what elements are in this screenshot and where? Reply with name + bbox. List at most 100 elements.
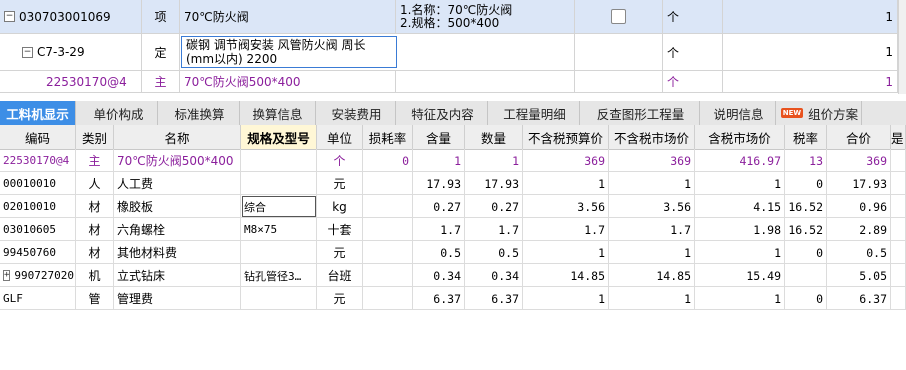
cell-spec[interactable] (241, 241, 317, 264)
cell-code[interactable]: GLF (0, 287, 76, 310)
cell-category[interactable]: 机 (76, 264, 114, 287)
row-checkbox[interactable] (611, 9, 626, 24)
cell-name[interactable]: 橡胶板 (114, 195, 241, 218)
cell-code[interactable]: 03010605 (0, 218, 76, 241)
cell-loss-rate[interactable] (363, 172, 413, 195)
table-row[interactable]: 22530170@4 主 70℃防火阀500*400 个 0 1 1 369 369 416.97… (0, 149, 906, 172)
cell-total[interactable]: 6.37 (827, 287, 891, 310)
cell-tax-market[interactable]: 15.49 (695, 264, 785, 287)
cell-total[interactable]: 369 (827, 149, 891, 172)
cell-unit[interactable]: 元 (317, 241, 363, 264)
cell-tax-market[interactable]: 1 (695, 172, 785, 195)
cell-unit[interactable]: 台班 (317, 264, 363, 287)
cell-tax-rate[interactable]: 0 (785, 287, 827, 310)
cell-name[interactable]: 人工费 (114, 172, 241, 195)
tab-quantity-detail[interactable]: 工程量明细 (490, 101, 580, 125)
cell-code[interactable]: 02010010 (0, 195, 76, 218)
cell-total[interactable]: 0.96 (827, 195, 891, 218)
cell-pretax-budget[interactable]: 14.85 (523, 264, 609, 287)
cell-pretax-market[interactable]: 1.7 (609, 218, 695, 241)
col-name[interactable]: 名称 (114, 125, 241, 149)
expand-toggle-icon[interactable]: + (3, 270, 11, 281)
col-tax-rate[interactable]: 税率 (785, 125, 827, 149)
cell-tax-market[interactable]: 416.97 (695, 149, 785, 172)
cell-name[interactable]: 管理费 (114, 287, 241, 310)
cell-content[interactable]: 1 (413, 149, 465, 172)
row-feature[interactable]: 1.名称：70℃防火阀 2.规格：500*400 (396, 0, 575, 33)
cell-code[interactable]: 22530170@4 (0, 149, 76, 172)
col-code[interactable]: 编码 (0, 125, 76, 149)
cell-unit[interactable]: 个 (317, 149, 363, 172)
list-row-item[interactable]: − 030703001069 项 70℃防火阀 1.名称：70℃防火阀 2.规格… (0, 0, 906, 34)
row-name[interactable]: 70℃防火阀500*400 (180, 71, 396, 92)
cell-name[interactable]: 70℃防火阀500*400 (114, 149, 241, 172)
cell-quantity[interactable]: 1.7 (465, 218, 523, 241)
cell-pretax-budget[interactable]: 1 (523, 241, 609, 264)
cell-content[interactable]: 1.7 (413, 218, 465, 241)
cell-category[interactable]: 材 (76, 218, 114, 241)
tab-unit-price[interactable]: 单价构成 (80, 101, 158, 125)
table-row[interactable]: GLF 管管理费元 6.37 6.37 1 1 1 0 6.37 (0, 287, 906, 310)
cell-loss-rate[interactable] (363, 264, 413, 287)
table-row[interactable]: 99450760 材其他材料费元 0.5 0.5 1 1 1 0 0.5 (0, 241, 906, 264)
cell-content[interactable]: 0.34 (413, 264, 465, 287)
cell-tax-rate[interactable]: 16.52 (785, 195, 827, 218)
cell-code[interactable]: 99450760 (0, 241, 76, 264)
cell-tax-rate[interactable] (785, 264, 827, 287)
cell-content[interactable]: 6.37 (413, 287, 465, 310)
col-tax-market[interactable]: 含税市场价 (695, 125, 785, 149)
cell-category[interactable]: 材 (76, 195, 114, 218)
col-flag[interactable]: 是 (891, 125, 906, 149)
table-row[interactable]: +990727020 机立式钻床 钻孔管径3… 台班 0.34 0.34 14.85 14.8… (0, 264, 906, 287)
cell-unit[interactable]: 元 (317, 287, 363, 310)
cell-total[interactable]: 0.5 (827, 241, 891, 264)
cell-pretax-budget[interactable]: 1 (523, 172, 609, 195)
cell-pretax-budget[interactable]: 369 (523, 149, 609, 172)
row-name-edit-input[interactable]: 碳钢 调节阀安装 风管防火阀 周长(mm以内) 2200 (181, 36, 397, 68)
cell-tax-market[interactable]: 1 (695, 241, 785, 264)
cell-tax-market[interactable]: 1.98 (695, 218, 785, 241)
cell-category[interactable]: 材 (76, 241, 114, 264)
col-pretax-budget[interactable]: 不含税预算价 (523, 125, 609, 149)
list-row-quota[interactable]: − C7-3-29 定 碳钢 调节阀安装 风管防火阀 周长(mm以内) 2200… (0, 34, 906, 71)
collapse-toggle-icon[interactable]: − (22, 46, 33, 58)
cell-loss-rate[interactable] (363, 218, 413, 241)
cell-spec[interactable] (241, 287, 317, 310)
table-row[interactable]: 00010010 人人工费元 17.93 17.93 1 1 1 0 17.93 (0, 172, 906, 195)
cell-spec[interactable]: 综合 (241, 195, 317, 218)
cell-unit[interactable]: 十套 (317, 218, 363, 241)
cell-total[interactable]: 2.89 (827, 218, 891, 241)
cell-name[interactable]: 六角螺栓 (114, 218, 241, 241)
cell-unit[interactable]: 元 (317, 172, 363, 195)
cell-code[interactable]: +990727020 (0, 264, 76, 287)
tab-labor-material-machine[interactable]: 工料机显示 (0, 101, 76, 125)
cell-category[interactable]: 人 (76, 172, 114, 195)
table-row[interactable]: 03010605 材六角螺栓 M8×75 十套 1.7 1.7 1.7 1.7 1.98 16.5… (0, 218, 906, 241)
cell-tax-rate[interactable]: 0 (785, 172, 827, 195)
cell-pretax-market[interactable]: 1 (609, 172, 695, 195)
row-feature[interactable] (396, 34, 575, 70)
col-loss-rate[interactable]: 损耗率 (363, 125, 413, 149)
cell-pretax-market[interactable]: 369 (609, 149, 695, 172)
cell-pretax-budget[interactable]: 1.7 (523, 218, 609, 241)
tab-conversion-info[interactable]: 换算信息 (240, 101, 316, 125)
tab-install-fees[interactable]: 安装费用 (318, 101, 396, 125)
cell-pretax-market[interactable]: 1 (609, 287, 695, 310)
cell-total[interactable]: 5.05 (827, 264, 891, 287)
collapse-toggle-icon[interactable]: − (4, 11, 15, 22)
cell-content[interactable]: 0.27 (413, 195, 465, 218)
cell-quantity[interactable]: 17.93 (465, 172, 523, 195)
tab-features[interactable]: 特征及内容 (398, 101, 488, 125)
cell-category[interactable]: 管 (76, 287, 114, 310)
cell-pretax-market[interactable]: 14.85 (609, 264, 695, 287)
row-name[interactable]: 70℃防火阀 (180, 0, 396, 33)
cell-pretax-budget[interactable]: 3.56 (523, 195, 609, 218)
cell-spec[interactable]: M8×75 (241, 218, 317, 241)
cell-code[interactable]: 00010010 (0, 172, 76, 195)
tab-description[interactable]: 说明信息 (702, 101, 776, 125)
cell-pretax-market[interactable]: 3.56 (609, 195, 695, 218)
cell-tax-market[interactable]: 1 (695, 287, 785, 310)
cell-content[interactable]: 0.5 (413, 241, 465, 264)
cell-content[interactable]: 17.93 (413, 172, 465, 195)
tab-pricing-plan[interactable]: NEW 组价方案 (778, 101, 862, 125)
